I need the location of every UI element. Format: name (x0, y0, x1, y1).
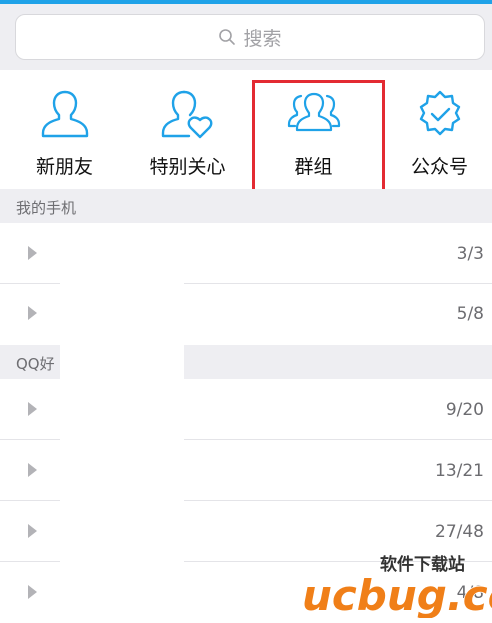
section-header[interactable]: 我的手机 (0, 189, 492, 223)
online-count: 9/20 (445, 400, 484, 420)
section-header-label: QQ好 (16, 355, 55, 373)
expand-arrow-icon (28, 524, 37, 538)
expand-arrow-icon (28, 402, 37, 416)
quick-actions: 新朋友 特别关心 群组 公众号 (0, 70, 492, 188)
highlight-box (252, 80, 385, 193)
quick-action-label: 特别关心 (149, 156, 226, 178)
verified-badge-icon (419, 90, 460, 136)
expand-arrow-icon (28, 246, 37, 260)
expand-arrow-icon (28, 306, 37, 320)
search-area: 搜索 (0, 4, 492, 70)
search-input[interactable]: 搜索 (15, 14, 485, 60)
online-count: 3/3 (456, 244, 484, 264)
watermark-text: ucbug.cc (302, 571, 492, 618)
online-count: 13/21 (435, 461, 484, 481)
online-count: 5/8 (456, 304, 484, 324)
quick-action-special-care[interactable]: 特别关心 (126, 70, 249, 188)
redaction-mask (60, 224, 184, 623)
search-placeholder: 搜索 (243, 27, 282, 50)
online-count: 27/48 (435, 522, 484, 542)
expand-arrow-icon (28, 463, 37, 477)
quick-action-official-accounts[interactable]: 公众号 (378, 70, 492, 188)
quick-action-label: 新朋友 (35, 156, 93, 178)
person-icon (41, 90, 88, 138)
expand-arrow-icon (28, 585, 37, 599)
section-header-label: 我的手机 (16, 199, 77, 217)
watermark-logo: ucbug.cc (301, 570, 492, 618)
search-icon (219, 29, 236, 45)
quick-action-new-friends[interactable]: 新朋友 (3, 70, 126, 188)
quick-action-label: 公众号 (410, 156, 468, 178)
person-heart-icon (161, 90, 212, 139)
